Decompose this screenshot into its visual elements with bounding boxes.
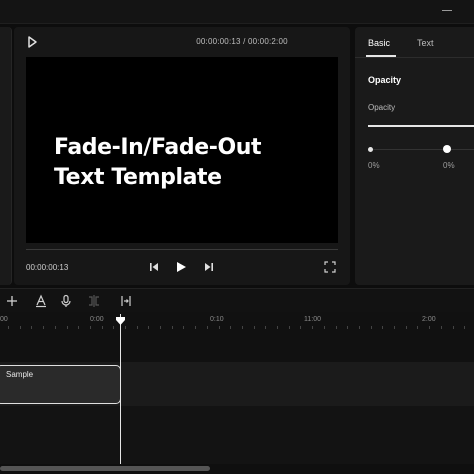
ruler-tick <box>347 326 348 329</box>
add-icon[interactable] <box>5 294 19 308</box>
preview-title: Fade-In/Fade-Out Text Template <box>54 133 262 193</box>
timeline-ruler[interactable]: 00 0:00 0:10 11:00 2:00 <box>0 312 474 330</box>
inspector-panel: Basic Text Opacity Opacity 0% 0% <box>355 27 474 285</box>
ruler-label: 00 <box>0 316 8 323</box>
skip-forward-icon[interactable] <box>203 260 215 274</box>
ruler-tick <box>148 326 149 329</box>
microphone-icon[interactable] <box>59 294 73 308</box>
keyframe-value-start: 0% <box>368 161 380 170</box>
ruler-tick <box>289 326 290 329</box>
keyframe-handle[interactable] <box>443 145 451 153</box>
video-player: 00:00:00:13 / 00:00:2:00 Fade-In/Fade-Ou… <box>14 27 350 285</box>
tab-basic[interactable]: Basic <box>368 38 390 48</box>
ruler-tick <box>125 326 126 329</box>
opacity-label: Opacity <box>368 103 396 112</box>
ruler-tick <box>8 326 9 329</box>
scrollbar-thumb[interactable] <box>0 466 210 471</box>
trim-icon[interactable] <box>119 294 133 308</box>
text-icon[interactable] <box>34 294 48 308</box>
track-row <box>0 330 474 362</box>
ruler-tick <box>254 326 255 329</box>
ruler-label: 0:00 <box>90 316 104 323</box>
ruler-label: 2:00 <box>422 316 436 323</box>
tab-text[interactable]: Text <box>417 38 434 48</box>
time-display: 00:00:00:13 / 00:00:2:00 <box>196 37 288 46</box>
fullscreen-icon[interactable] <box>324 260 336 274</box>
ruler-label: 0:10 <box>210 316 224 323</box>
clip-label: Sample <box>6 370 34 379</box>
ruler-tick <box>55 326 56 329</box>
play-icon[interactable] <box>174 260 188 274</box>
ruler-tick <box>78 326 79 329</box>
ruler-tick <box>441 326 442 329</box>
ruler-tick <box>172 326 173 329</box>
ruler-tick <box>207 326 208 329</box>
ruler-tick <box>230 326 231 329</box>
playhead[interactable] <box>120 314 121 464</box>
ruler-tick <box>67 326 68 329</box>
ruler-tick <box>20 326 21 329</box>
timeline-toolbar <box>0 288 474 312</box>
ruler-tick <box>31 326 32 329</box>
tab-divider <box>355 57 474 58</box>
ruler-tick <box>429 326 430 329</box>
ruler-tick <box>160 326 161 329</box>
ruler-tick <box>242 326 243 329</box>
ruler-tick <box>394 326 395 329</box>
ruler-tick <box>382 326 383 329</box>
skip-back-icon[interactable] <box>148 260 160 274</box>
ruler-tick <box>277 326 278 329</box>
ruler-tick <box>43 326 44 329</box>
keyframe-track <box>368 149 474 150</box>
ruler-tick <box>464 326 465 329</box>
preview-title-line2: Text Template <box>54 165 222 190</box>
ruler-tick <box>113 326 114 329</box>
ruler-tick <box>90 326 91 329</box>
keyframe-dot[interactable] <box>368 147 373 152</box>
preview-canvas[interactable]: Fade-In/Fade-Out Text Template <box>26 57 338 243</box>
title-bar <box>0 0 474 24</box>
ruler-tick <box>300 326 301 329</box>
ruler-tick <box>102 326 103 329</box>
ruler-tick <box>324 326 325 329</box>
ruler-tick <box>453 326 454 329</box>
ruler-tick <box>265 326 266 329</box>
playhead-handle[interactable] <box>116 312 125 325</box>
left-panel-edge <box>0 27 12 285</box>
ruler-tick <box>137 326 138 329</box>
opacity-slider[interactable] <box>368 125 474 127</box>
ruler-tick <box>417 326 418 329</box>
ruler-tick <box>312 326 313 329</box>
minimize-icon[interactable] <box>442 10 452 11</box>
playback-progress[interactable] <box>26 249 338 250</box>
ruler-tick <box>371 326 372 329</box>
ruler-label: 11:00 <box>304 316 321 323</box>
ruler-tick <box>183 326 184 329</box>
ruler-tick <box>406 326 407 329</box>
ruler-tick <box>359 326 360 329</box>
ruler-tick <box>195 326 196 329</box>
current-time: 00:00:00:13 <box>26 263 69 272</box>
ruler-tick <box>219 326 220 329</box>
keyframe-value-end: 0% <box>443 161 455 170</box>
timeline-clip[interactable]: Sample <box>0 365 121 404</box>
preview-title-line1: Fade-In/Fade-Out <box>54 135 262 160</box>
track-row <box>0 406 474 464</box>
split-icon <box>87 294 101 308</box>
ruler-tick <box>336 326 337 329</box>
section-title-opacity: Opacity <box>368 75 402 85</box>
